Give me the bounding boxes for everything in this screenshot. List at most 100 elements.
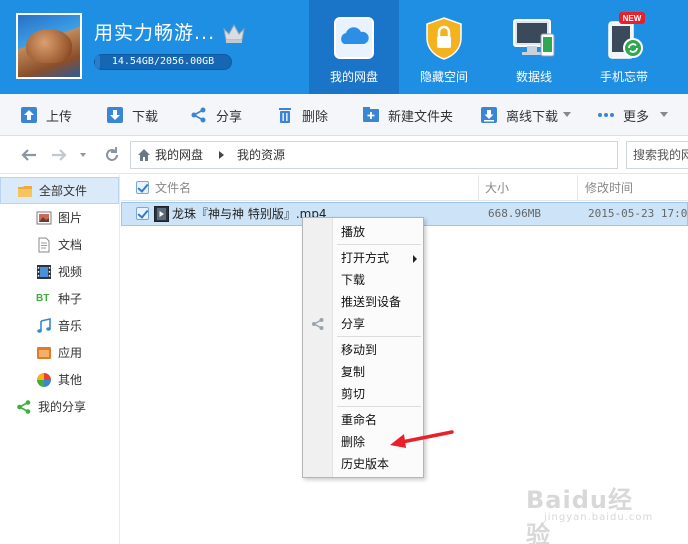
sidebar-label-other: 其他 <box>58 373 83 387</box>
home-icon[interactable] <box>137 148 151 162</box>
menu-item-cut[interactable]: 剪切 <box>341 384 365 404</box>
delete-button[interactable]: 删除 <box>276 94 328 136</box>
breadcrumb-my-drive[interactable]: 我的网盘 <box>155 142 203 168</box>
offline-download-icon <box>481 107 497 123</box>
menu-separator <box>337 244 421 245</box>
offline-download-label: 离线下载 <box>506 109 559 125</box>
sidebar-label-images: 图片 <box>58 211 83 225</box>
address-bar: 我的网盘 我的资源 搜索我的网 <box>0 136 688 174</box>
sidebar-label-my-shares: 我的分享 <box>38 400 87 414</box>
cloud-drive-icon <box>334 17 374 59</box>
breadcrumb-separator-icon[interactable] <box>219 151 224 159</box>
menu-item-copy[interactable]: 复制 <box>341 362 365 382</box>
menu-item-push-to-device[interactable]: 推送到设备 <box>341 292 401 312</box>
sidebar-item-videos[interactable]: 视频 <box>0 258 119 285</box>
download-button[interactable]: 下载 <box>106 94 158 136</box>
offline-download-dropdown-icon[interactable] <box>563 112 571 117</box>
sidebar-item-music[interactable]: 音乐 <box>0 312 119 339</box>
sidebar-item-all-files[interactable]: 全部文件 <box>0 177 119 204</box>
menu-item-history[interactable]: 历史版本 <box>341 454 389 474</box>
offline-download-button[interactable]: 离线下载 <box>480 94 558 136</box>
share-icon <box>17 399 31 414</box>
share-button[interactable]: 分享 <box>190 94 242 136</box>
folder-icon <box>18 185 32 197</box>
search-input[interactable]: 搜索我的网 <box>626 141 688 169</box>
video-file-icon <box>154 206 169 222</box>
new-folder-button[interactable]: 新建文件夹 <box>362 94 453 136</box>
context-menu-gutter <box>303 218 333 477</box>
app-header: 用实力畅游... 14.54GB/2056.00GB 我的网盘 隐藏空间 数据线… <box>0 0 688 94</box>
sidebar-label-all-files: 全部文件 <box>39 184 88 198</box>
breadcrumb-my-resources[interactable]: 我的资源 <box>237 142 285 168</box>
tab-hidden-space-label: 隐藏空间 <box>419 70 468 84</box>
tab-my-drive-label: 我的网盘 <box>329 70 378 84</box>
menu-separator <box>337 336 421 337</box>
download-label: 下载 <box>132 109 159 125</box>
storage-quota-bar: 14.54GB/2056.00GB <box>94 54 232 70</box>
sidebar-item-images[interactable]: 图片 <box>0 204 119 231</box>
sidebar-item-torrents[interactable]: BT 种子 <box>0 285 119 312</box>
toolbar: 上传 下载 分享 删除 新建文件夹 离线下载 更多 <box>0 94 688 136</box>
column-header-modified[interactable]: 修改时间 <box>585 175 633 201</box>
lock-shield-icon <box>426 17 462 60</box>
menu-item-download[interactable]: 下载 <box>341 270 365 290</box>
column-header-size[interactable]: 大小 <box>485 175 509 201</box>
username[interactable]: 用实力畅游... <box>94 18 215 45</box>
file-size: 668.96MB <box>488 207 541 220</box>
submenu-arrow-icon <box>413 255 417 263</box>
sidebar-label-apps: 应用 <box>58 346 83 360</box>
sidebar-label-videos: 视频 <box>58 265 83 279</box>
file-row-checkbox[interactable] <box>136 207 149 220</box>
upload-button[interactable]: 上传 <box>20 94 72 136</box>
menu-item-share[interactable]: 分享 <box>341 314 365 334</box>
more-dropdown-icon[interactable] <box>660 112 668 117</box>
tab-hidden-space[interactable]: 隐藏空间 <box>399 0 489 94</box>
sidebar: 全部文件 图片 文档 视频 BT 种子 音乐 应用 其他 我的分享 <box>0 175 120 544</box>
other-icon <box>37 372 51 387</box>
watermark-url: jingyan.baidu.com <box>544 512 654 523</box>
column-divider[interactable] <box>577 175 578 201</box>
tab-phone-forgot-label: 手机忘带 <box>599 70 648 84</box>
image-icon <box>36 211 52 224</box>
new-badge-text: NEW <box>623 14 642 23</box>
menu-item-open-with[interactable]: 打开方式 <box>341 248 389 268</box>
new-badge-icon: NEW <box>619 12 645 24</box>
sidebar-item-my-shares[interactable]: 我的分享 <box>0 393 119 420</box>
more-label: 更多 <box>623 109 650 125</box>
tab-data-cable[interactable]: 数据线 <box>489 0 579 94</box>
share-icon <box>312 318 324 330</box>
baidu-jingyan-watermark: Baidu经验 jingyan.baidu.com <box>526 480 656 544</box>
upload-label: 上传 <box>46 109 73 125</box>
tab-phone-forgot[interactable]: NEW 手机忘带 <box>579 0 669 94</box>
menu-item-delete[interactable]: 删除 <box>341 432 365 452</box>
sidebar-item-other[interactable]: 其他 <box>0 366 119 393</box>
sidebar-label-documents: 文档 <box>58 238 83 252</box>
menu-item-move-to[interactable]: 移动到 <box>341 340 377 360</box>
select-all-checkbox[interactable] <box>136 181 149 194</box>
sidebar-item-documents[interactable]: 文档 <box>0 231 119 258</box>
tab-my-drive[interactable]: 我的网盘 <box>309 0 399 94</box>
vip-crown-icon[interactable] <box>222 22 246 44</box>
storage-quota-text: 14.54GB/2056.00GB <box>111 56 215 67</box>
column-header-name[interactable]: 文件名 <box>155 175 191 201</box>
column-divider[interactable] <box>478 175 479 201</box>
back-arrow-icon[interactable] <box>20 146 38 164</box>
new-folder-label: 新建文件夹 <box>388 109 454 125</box>
forward-arrow-icon[interactable] <box>50 146 68 164</box>
new-folder-icon <box>363 107 379 122</box>
file-modified: 2015-05-23 17:01 <box>588 207 688 220</box>
share-label: 分享 <box>216 109 243 125</box>
refresh-icon[interactable] <box>103 146 121 164</box>
sidebar-item-apps[interactable]: 应用 <box>0 339 119 366</box>
menu-item-play[interactable]: 播放 <box>341 222 365 242</box>
user-avatar[interactable] <box>16 13 82 79</box>
more-button[interactable]: 更多 <box>597 94 649 136</box>
sidebar-label-torrents: 种子 <box>58 292 83 306</box>
breadcrumb: 我的网盘 我的资源 <box>130 141 618 169</box>
app-icon <box>37 346 51 359</box>
devices-icon <box>513 19 555 57</box>
download-icon <box>107 107 123 123</box>
history-dropdown-icon[interactable] <box>80 153 86 157</box>
menu-item-rename[interactable]: 重命名 <box>341 410 377 430</box>
bt-icon: BT <box>36 292 50 304</box>
